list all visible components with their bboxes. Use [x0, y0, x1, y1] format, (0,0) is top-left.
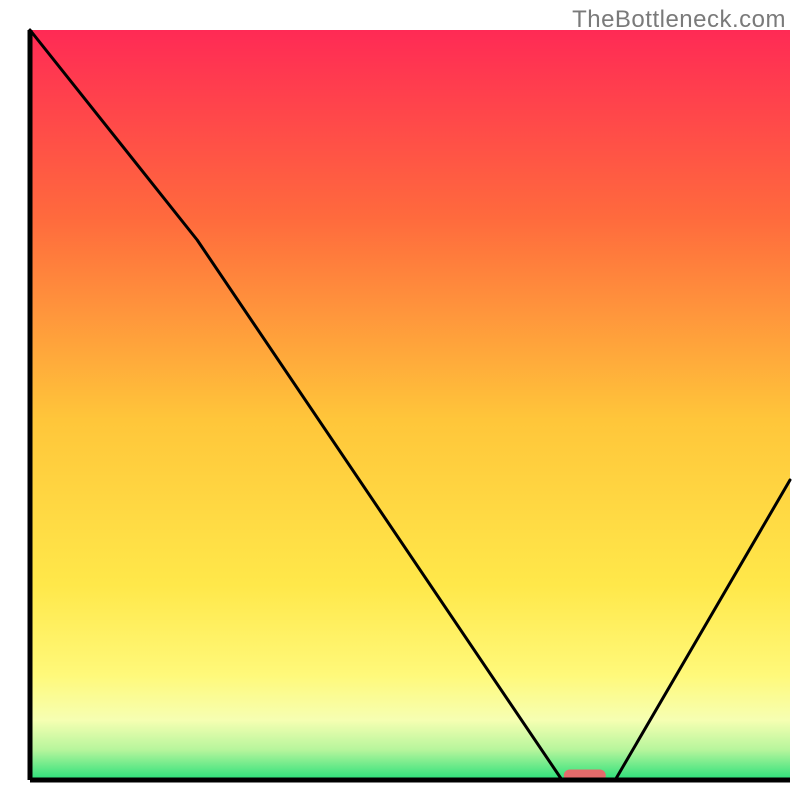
plot-area [30, 30, 790, 782]
gradient-background [30, 30, 790, 780]
watermark-text: TheBottleneck.com [572, 6, 786, 34]
bottleneck-chart [0, 0, 800, 800]
chart-container: TheBottleneck.com [0, 0, 800, 800]
